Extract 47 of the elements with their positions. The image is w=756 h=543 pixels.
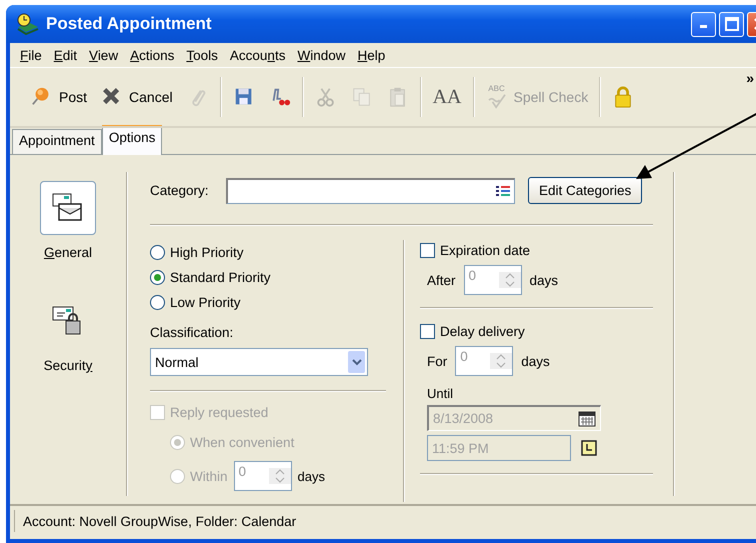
menu-item[interactable]: Edit — [48, 48, 84, 62]
menu-item[interactable]: Actions — [124, 48, 180, 62]
chevron-down-icon — [352, 358, 362, 366]
unit-label: days — [298, 468, 325, 484]
until-label: Until — [426, 386, 454, 401]
checkbox-option[interactable]: Expiration date — [420, 238, 530, 263]
radio-option[interactable]: High Priority — [150, 240, 244, 265]
toolbar-button[interactable]: Post — [24, 80, 94, 114]
menu-item[interactable]: Window — [291, 48, 352, 62]
window-title: Posted Appointment — [46, 14, 212, 34]
menu-item[interactable]: File — [14, 48, 48, 62]
spinner-arrows-icon[interactable] — [496, 353, 506, 369]
classification-dropdown[interactable]: Normal — [150, 348, 368, 376]
minimize-button[interactable] — [691, 12, 716, 36]
menu-item[interactable]: View — [83, 48, 124, 62]
spell-glyph: ABC — [488, 85, 505, 93]
unit-label: days — [530, 272, 558, 288]
maximize-button[interactable] — [719, 12, 744, 36]
checkbox-option[interactable]: Delay delivery — [420, 319, 525, 344]
status-text: Account: Novell GroupWise, Folder: Calendar — [14, 510, 296, 532]
category-label: Category: — [150, 183, 210, 198]
book-clock-icon — [16, 13, 40, 35]
list-icon — [496, 185, 510, 197]
check-icon — [486, 93, 508, 109]
spinner-arrows-icon[interactable] — [504, 272, 515, 288]
calendar-icon — [578, 410, 596, 426]
radio-option[interactable]: Low Priority — [150, 290, 241, 315]
edit-categories-button[interactable]: Edit Categories — [528, 177, 642, 204]
copy-icon — [350, 86, 373, 108]
sidebar-item[interactable]: Security — [40, 294, 96, 373]
toolbar-button[interactable]: Cancel — [94, 80, 180, 114]
radio-option[interactable]: Standard Priority — [150, 265, 271, 290]
category-field[interactable] — [226, 178, 515, 204]
menu-item[interactable]: Tools — [180, 48, 224, 62]
menu-item[interactable]: Help — [351, 48, 392, 62]
spinner-arrows-icon[interactable] — [274, 468, 285, 484]
overflow-chevron[interactable]: » — [746, 70, 754, 86]
font-button[interactable]: AA — [426, 80, 468, 114]
after-label: After — [427, 272, 456, 288]
tab[interactable]: Options — [102, 125, 162, 155]
for-label: For — [427, 354, 448, 368]
tab[interactable]: Appointment — [12, 129, 102, 154]
unit-label: days — [521, 354, 550, 368]
maximize-icon — [724, 17, 738, 31]
clock-icon — [581, 440, 597, 456]
menu-item[interactable]: Accounts — [224, 48, 292, 62]
classification-label: Classification: — [150, 325, 234, 340]
